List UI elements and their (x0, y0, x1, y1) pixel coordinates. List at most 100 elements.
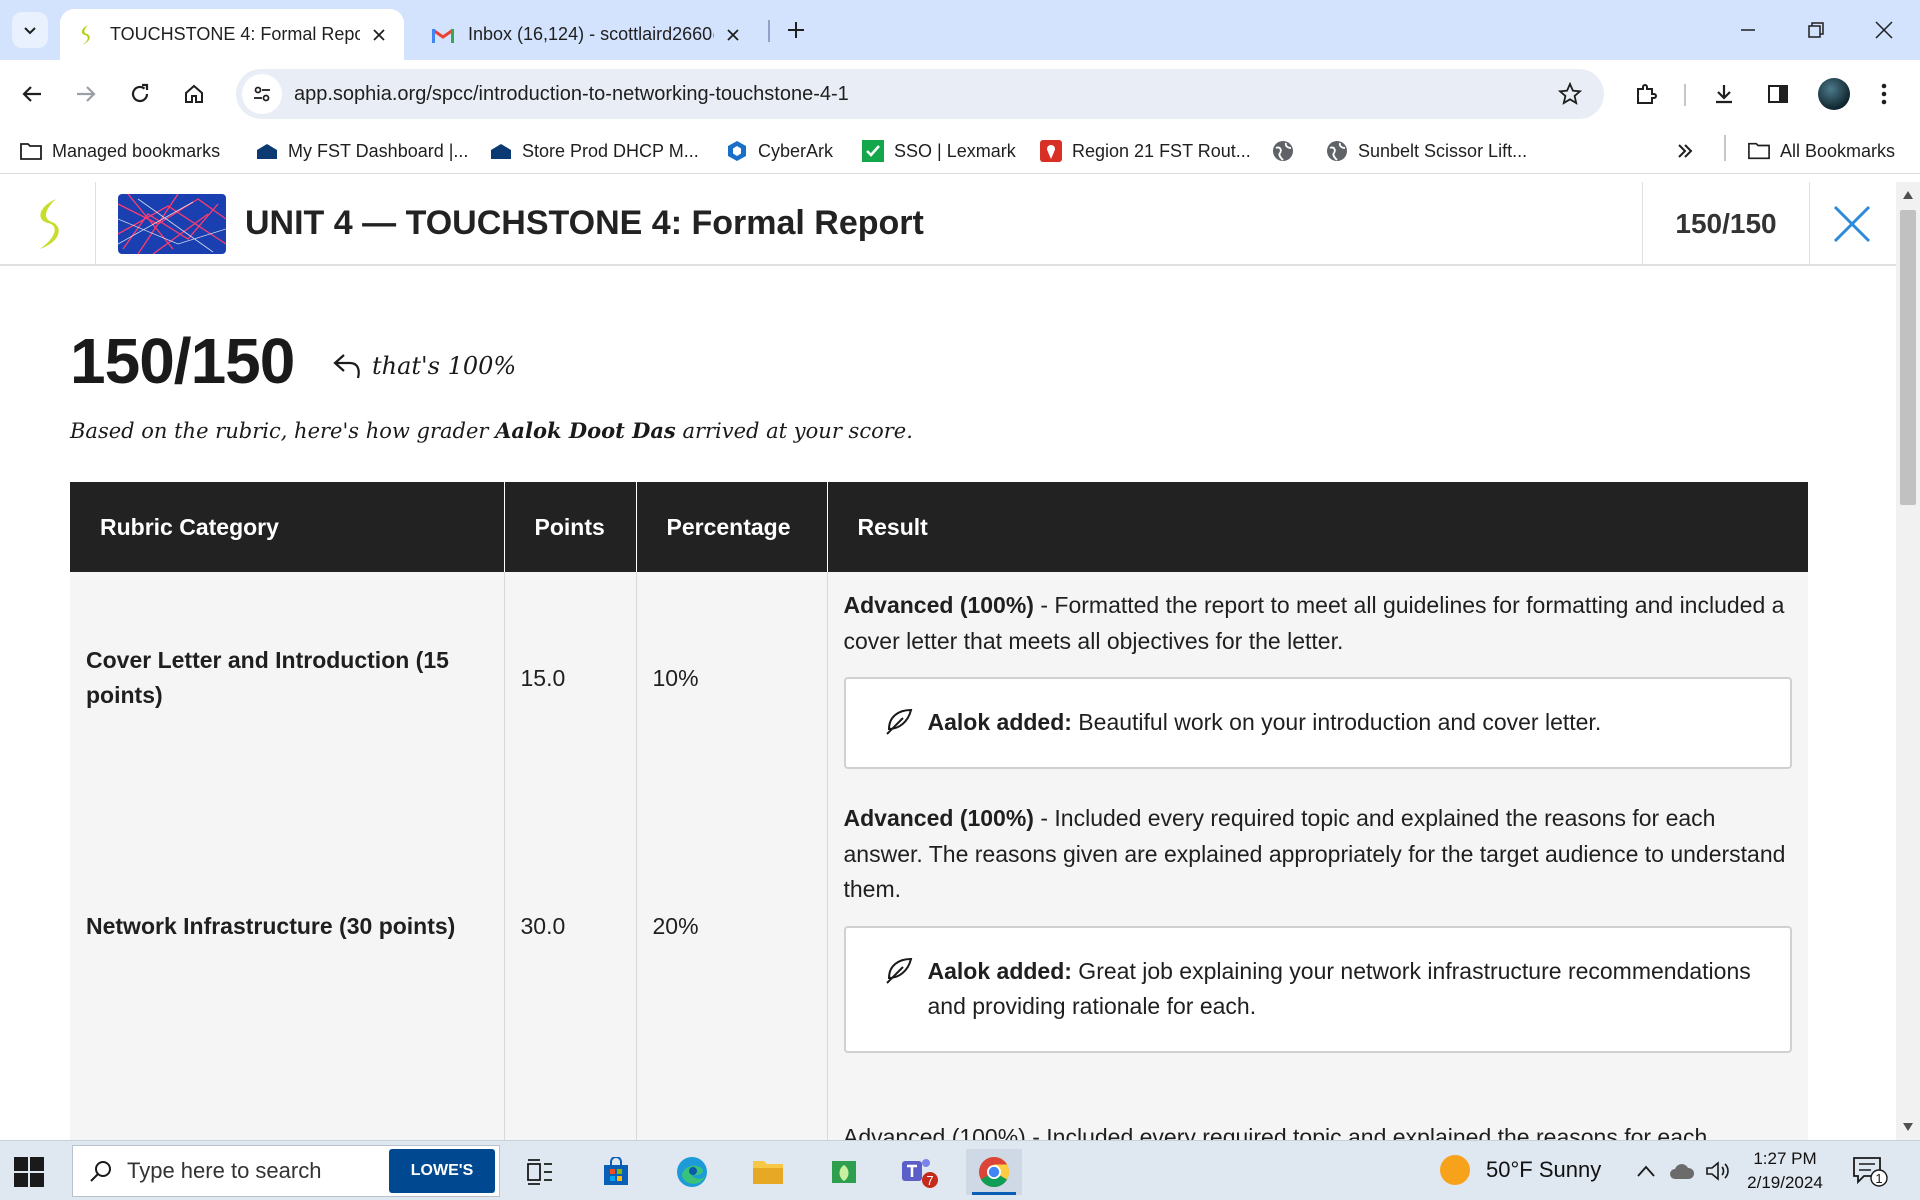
page-header: UNIT 4 — TOUCHSTONE 4: Formal Report 150… (0, 182, 1896, 266)
bookmarks-bar: Managed bookmarks My FST Dashboard |... … (0, 128, 1920, 174)
tab-strip: TOUCHSTONE 4: Formal Report Inbox (16,12… (0, 0, 1920, 60)
bookmark-label: SSO | Lexmark (894, 140, 1016, 161)
back-button[interactable] (12, 74, 52, 114)
result-level: Advanced (100%) (843, 804, 1034, 831)
column-header: Rubric Category (70, 482, 505, 572)
bookmark-label: My FST Dashboard |... (288, 140, 469, 161)
tab-gmail[interactable]: Inbox (16,124) - scottlaird2660@ (418, 9, 758, 60)
bookmark-item[interactable]: Store Prod DHCP M... (490, 136, 699, 166)
edge-icon (676, 1156, 708, 1188)
tab-touchstone[interactable]: TOUCHSTONE 4: Formal Report (60, 9, 404, 60)
minimize-button[interactable] (1714, 0, 1782, 60)
close-touchstone-button[interactable] (1828, 200, 1876, 248)
close-icon[interactable] (368, 24, 390, 46)
notification-count: 1 (1875, 1171, 1882, 1186)
onedrive-button[interactable] (1668, 1157, 1696, 1185)
result-description: Advanced (100%) - Included every require… (844, 801, 1793, 908)
bookmark-item[interactable]: SSO | Lexmark (862, 136, 1016, 166)
tab-divider (768, 20, 770, 42)
teams-badge: 7 (926, 1173, 933, 1188)
close-icon (1875, 21, 1893, 39)
edge-app-button[interactable] (664, 1149, 720, 1195)
course-thumbnail (118, 194, 226, 254)
teams-icon: 7 (900, 1155, 940, 1189)
close-window-button[interactable] (1850, 0, 1918, 60)
all-bookmarks-button[interactable]: All Bookmarks (1748, 136, 1895, 166)
partial-result-text: Advanced (100%) - Included every require… (843, 1124, 1708, 1140)
reload-button[interactable] (120, 74, 160, 114)
grader-comment: Aalok added: Great job explaining your n… (843, 925, 1792, 1054)
feather-icon (884, 707, 914, 737)
more-bookmarks-button[interactable] (1676, 136, 1694, 166)
page-title: UNIT 4 — TOUCHSTONE 4: Formal Report (245, 204, 924, 242)
grader-explanation: Based on the rubric, here's how grader A… (70, 418, 913, 443)
bookmark-item[interactable]: Managed bookmarks (20, 136, 220, 166)
chevron-up-icon (1637, 1165, 1655, 1177)
extensions-button[interactable] (1626, 74, 1666, 114)
notification-center-button[interactable]: 1 (1852, 1155, 1888, 1187)
side-panel-icon (1767, 83, 1789, 105)
bookmark-item[interactable]: My FST Dashboard |... (256, 136, 468, 166)
rubric-category (70, 1069, 505, 1140)
side-panel-button[interactable] (1758, 74, 1798, 114)
bookmark-item[interactable]: Region 21 FST Rout... (1040, 136, 1251, 166)
bookmark-item[interactable]: CyberArk (726, 136, 833, 166)
downloads-button[interactable] (1704, 74, 1744, 114)
weather-widget[interactable]: 50°F Sunny (1440, 1155, 1601, 1185)
bookmark-item[interactable] (1272, 136, 1304, 166)
teams-app-button[interactable]: 7 (892, 1149, 948, 1195)
rubric-percentage (636, 1069, 828, 1140)
result-level: Advanced (100%) (843, 592, 1034, 618)
file-explorer-button[interactable] (740, 1149, 796, 1195)
sophia-logo[interactable] (0, 182, 96, 266)
close-icon[interactable] (722, 24, 744, 46)
lowes-logo: LOWE'S (389, 1149, 495, 1193)
rubric-category: Cover Letter and Introduction (15 points… (70, 572, 505, 785)
clock-date: 2/19/2024 (1747, 1173, 1823, 1192)
volume-button[interactable] (1704, 1157, 1732, 1185)
home-button[interactable] (174, 74, 214, 114)
url-text: app.sophia.org/spcc/introduction-to-netw… (294, 82, 849, 105)
app-button[interactable] (816, 1149, 872, 1195)
site-info-button[interactable] (242, 74, 282, 114)
windows-start-button[interactable] (14, 1157, 44, 1187)
store-app-button[interactable] (588, 1149, 644, 1195)
profile-avatar[interactable] (1818, 78, 1850, 110)
table-header-row: Rubric Category Points Percentage Result (70, 482, 1808, 572)
map-pin-icon (1040, 140, 1062, 162)
score-note-text: that's 100% (372, 352, 517, 380)
bookmark-item[interactable]: Sunbelt Scissor Lift... (1326, 136, 1527, 166)
rubric-result: Advanced (100%) - Included every require… (827, 784, 1808, 1070)
result-description: Advanced (100%) - Formatted the report t… (844, 588, 1793, 659)
column-header: Points (504, 482, 637, 572)
page-scrollbar[interactable] (1896, 182, 1920, 1140)
system-clock[interactable]: 1:27 PM 2/19/2024 (1740, 1147, 1830, 1195)
show-hidden-icons-button[interactable] (1632, 1157, 1660, 1185)
menu-button[interactable] (1864, 74, 1904, 114)
speaker-icon (1705, 1160, 1731, 1182)
table-row: Network Infrastructure (30 points) 30.0 … (70, 784, 1808, 1070)
tab-search-button[interactable] (12, 12, 48, 48)
rubric-percentage: 10% (636, 572, 828, 785)
taskbar-search[interactable]: Type here to search LOWE'S (72, 1145, 500, 1197)
restore-button[interactable] (1782, 0, 1850, 60)
house-icon (490, 140, 512, 162)
lexmark-icon (862, 140, 884, 162)
new-tab-button[interactable] (780, 14, 812, 46)
search-icon (89, 1159, 113, 1183)
address-bar[interactable]: app.sophia.org/spcc/introduction-to-netw… (236, 69, 1604, 119)
scrollbar-thumb[interactable] (1900, 210, 1916, 505)
toolbar-divider (1684, 84, 1686, 106)
tab-title: TOUCHSTONE 4: Formal Report (110, 24, 360, 44)
chrome-app-button[interactable] (966, 1149, 1022, 1195)
scroll-down-arrow-icon[interactable] (1896, 1118, 1920, 1136)
scroll-up-arrow-icon[interactable] (1896, 186, 1920, 204)
gmail-icon (432, 24, 454, 46)
windows-taskbar: Type here to search LOWE'S 7 50°F Sunny … (0, 1140, 1920, 1200)
column-header: Percentage (636, 482, 828, 572)
forward-button[interactable] (66, 74, 106, 114)
bookmark-star-button[interactable] (1550, 74, 1590, 114)
rubric-table: Rubric Category Points Percentage Result… (70, 482, 1808, 1140)
notification-icon: 1 (1852, 1155, 1888, 1187)
task-view-button[interactable] (512, 1149, 568, 1195)
